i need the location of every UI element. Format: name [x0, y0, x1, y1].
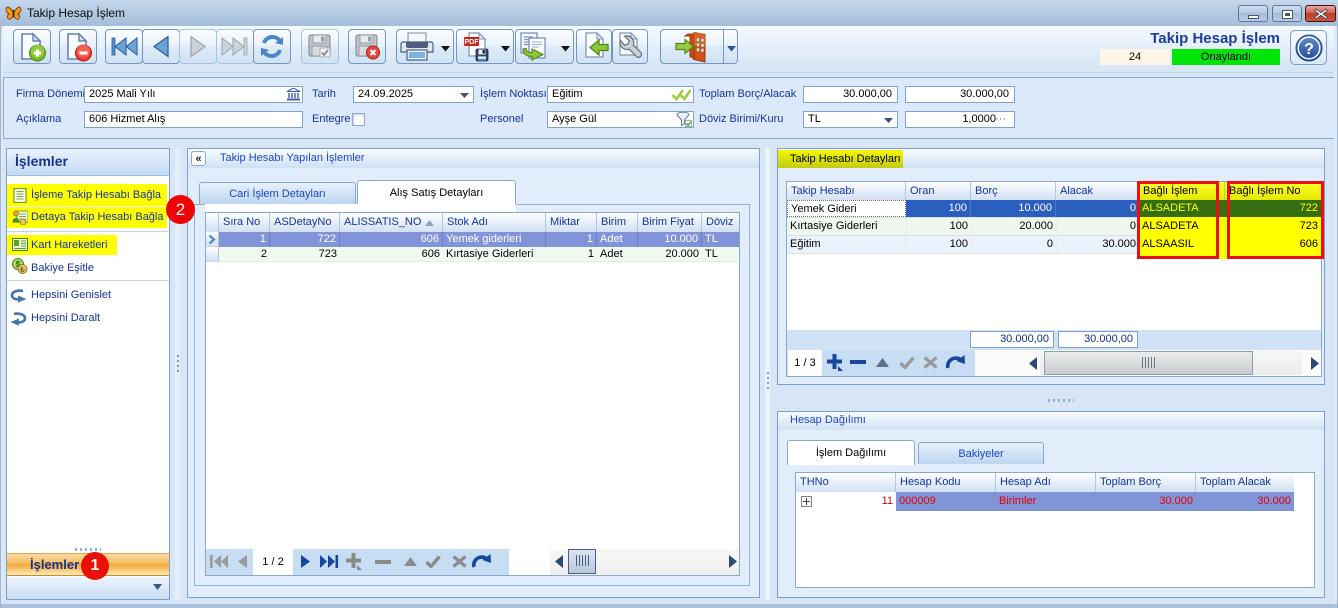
svg-text:₺: ₺: [19, 266, 25, 274]
svg-text:?: ?: [1304, 41, 1314, 58]
svg-text:PDF: PDF: [465, 39, 480, 46]
